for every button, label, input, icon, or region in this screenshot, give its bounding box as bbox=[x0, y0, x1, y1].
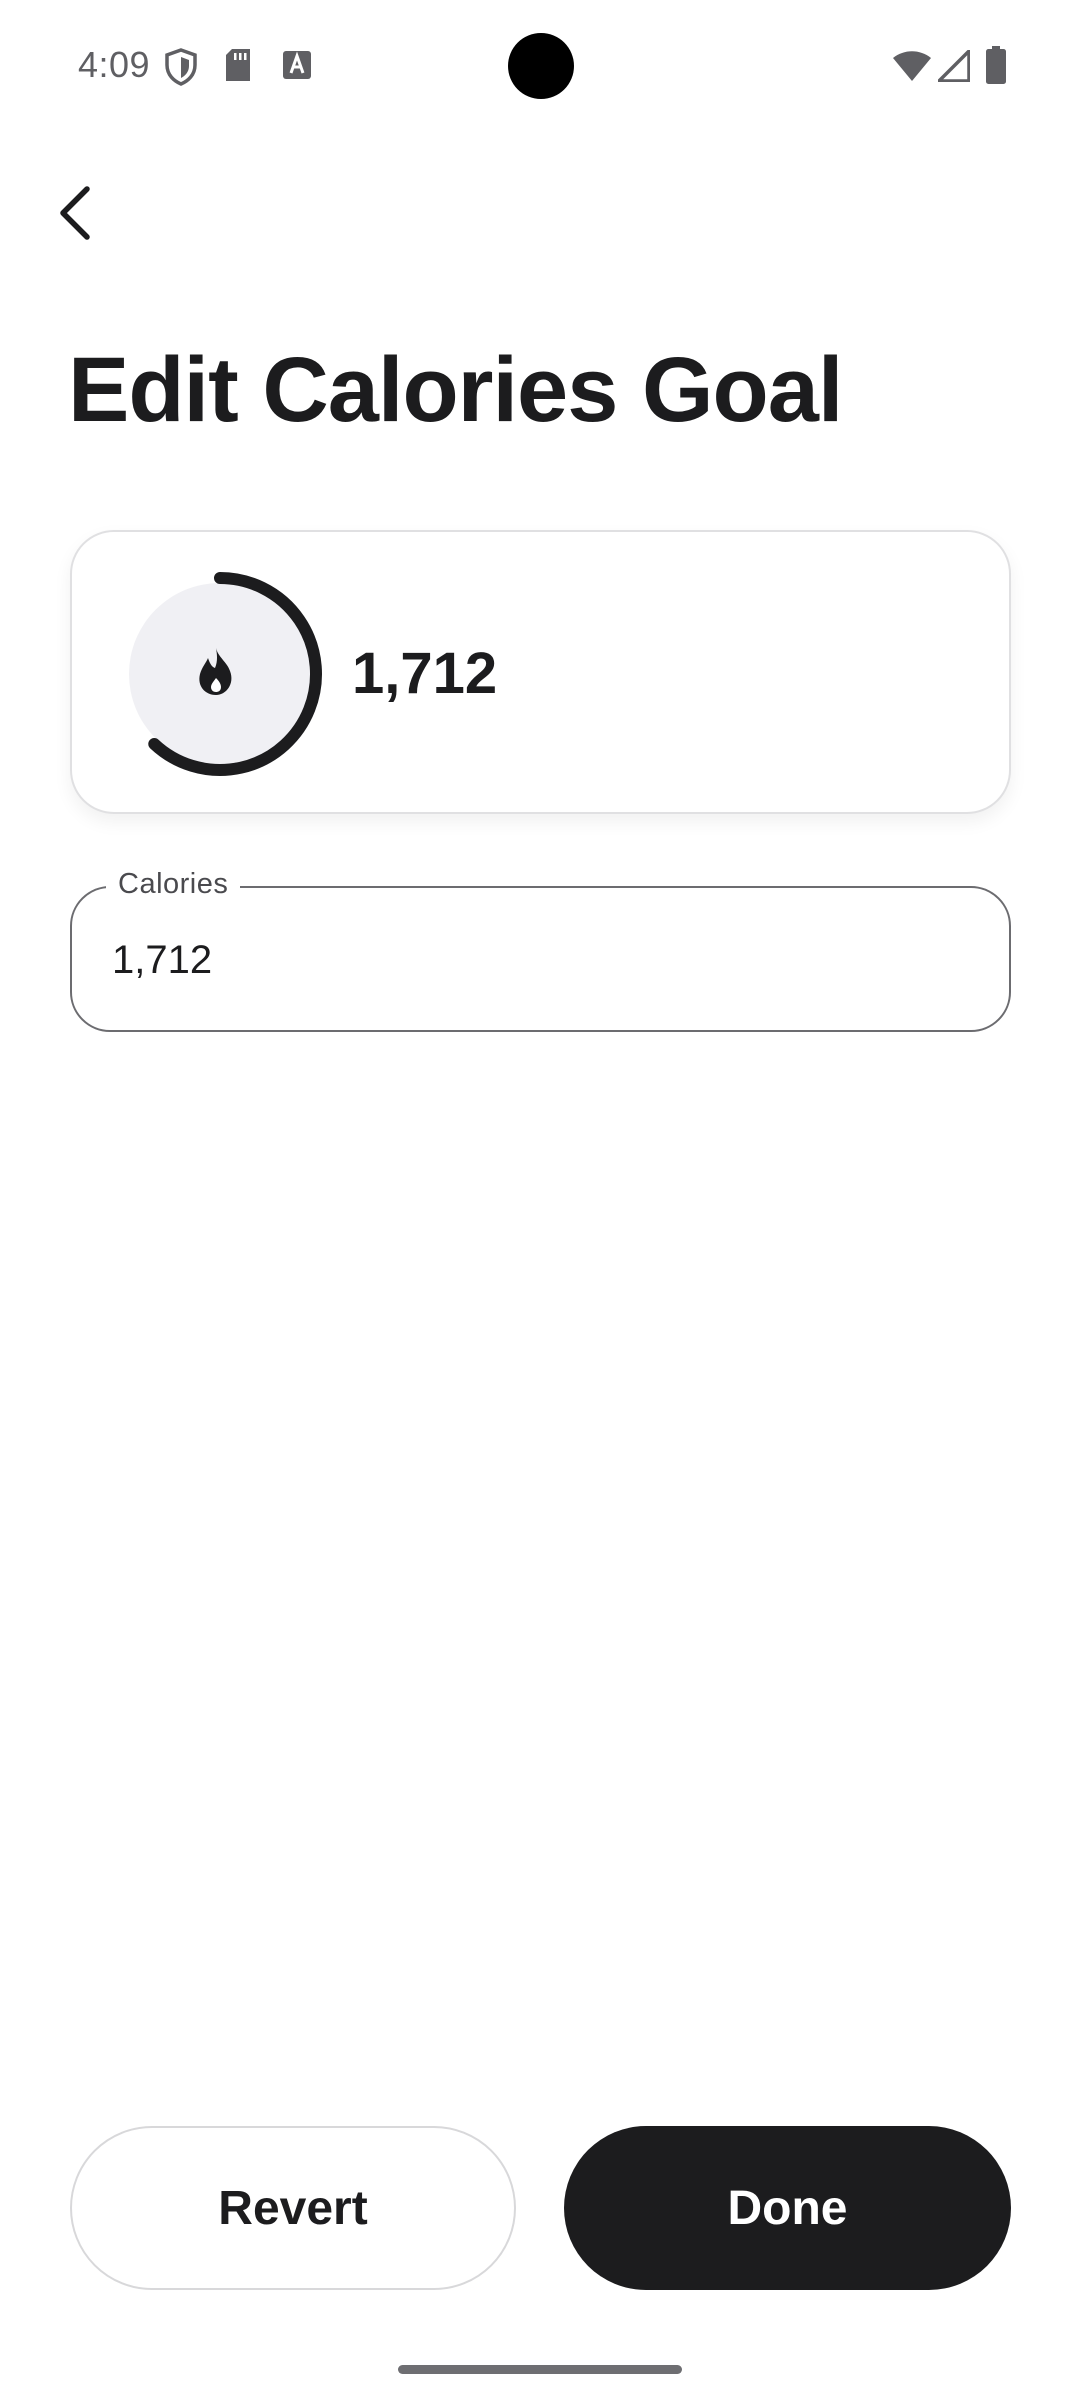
done-button[interactable]: Done bbox=[564, 2126, 1011, 2290]
font-a-icon bbox=[283, 51, 311, 79]
front-camera bbox=[508, 33, 574, 99]
wifi-icon bbox=[893, 51, 931, 81]
flame-icon bbox=[199, 648, 232, 695]
calories-input[interactable] bbox=[112, 928, 972, 992]
home-indicator[interactable] bbox=[398, 2365, 682, 2374]
status-bar: 4:09 bbox=[0, 0, 1080, 132]
sd-card-icon bbox=[226, 49, 250, 81]
calories-field-label: Calories bbox=[106, 868, 241, 901]
status-time: 4:09 bbox=[78, 44, 151, 85]
cellular-signal-icon bbox=[938, 50, 970, 82]
battery-icon bbox=[986, 46, 1006, 84]
shield-icon bbox=[165, 48, 197, 86]
calories-goal-value: 1,712 bbox=[352, 641, 498, 706]
revert-button[interactable]: Revert bbox=[70, 2126, 516, 2290]
calories-field: Calories bbox=[70, 868, 1011, 1032]
calories-summary-card: 1,712 bbox=[70, 530, 1011, 814]
chevron-left-icon bbox=[60, 186, 90, 240]
edit-calories-goal-screen: 4:09 Edit Calories Goal 1,712 Calories 1… bbox=[0, 0, 1080, 2400]
page-title: Edit Calories Goal bbox=[68, 339, 843, 441]
back-button[interactable] bbox=[30, 168, 120, 258]
